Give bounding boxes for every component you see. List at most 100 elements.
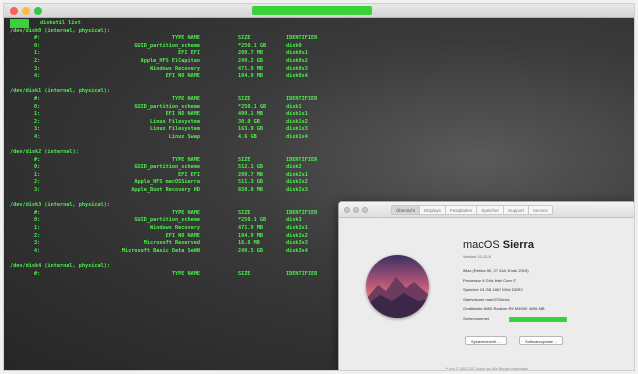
partition-size: *250.1 GB [238,217,267,224]
disk-header: /dev/disk2 (internal): [10,149,79,157]
macos-sierra-logo [366,255,429,318]
tab-item[interactable]: Festplatten [446,205,478,215]
partition-identifier: disk2s2 [286,179,308,186]
partition-identifier: disk0 [286,42,302,49]
tab-item[interactable]: Displays [420,205,447,215]
partition-size: 650.0 MB [238,187,263,194]
partition-number: 4: [34,73,41,80]
partition-identifier: disk2 [286,164,302,171]
partition-size: 471.9 MB [238,225,263,232]
partition-number: 3: [34,126,41,133]
partition-type-name: TYPE NAME [171,209,200,216]
column-header-row: #: TYPE NAME SIZE IDENTIFIER [10,96,317,104]
spec-line: Seriennummer [463,316,490,321]
partition-number: #: [34,95,41,102]
partition-type-name: EFI EFI [178,171,200,178]
partition-identifier: disk1 [286,103,302,110]
partition-row: 2: Apple_HFS macOSSierra 511.3 GB disk2s2 [10,179,308,187]
partition-size: 499.1 MB [238,111,263,118]
tab-item[interactable]: Speicher [477,205,505,215]
partition-identifier: IDENTIFIER [286,35,318,42]
partition-size: 4.6 GB [238,133,257,140]
partition-number: #: [34,156,41,163]
partition-size: SIZE [238,95,251,102]
partition-row: 1: EFI NO NAME 499.1 MB disk1s1 [10,111,308,119]
partition-identifier: disk0s1 [286,50,308,57]
column-header-row: #: TYPE NAME SIZE IDENTIFIER [10,210,317,218]
partition-row: 2: EFI NO NAME 104.9 MB disk3s2 [10,233,308,241]
partition-identifier: IDENTIFIER [286,209,318,216]
copyright-footer: ™ und © 1983-2017 Apple Inc. Alle Rechte… [444,367,530,371]
tab-item[interactable]: Service [528,205,553,215]
partition-type-name: GUID_partition_scheme [134,164,200,171]
partition-number: 0: [34,103,41,110]
partition-type-name: Apple_HFS ElCapitan [140,57,200,64]
maximize-button[interactable] [34,7,42,15]
partition-number: 1: [34,171,41,178]
partition-identifier: disk1s3 [286,126,308,133]
partition-type-name: Microsoft Reserved [143,240,200,247]
partition-size: *250.1 GB [238,42,267,49]
partition-size: SIZE [238,270,251,277]
serial-number-redacted [509,317,567,322]
partition-type-name: Windows Recovery [150,225,200,232]
partition-row: 0: GUID_partition_scheme *250.1 GB disk0 [10,43,302,51]
partition-type-name: Linux Filesystem [150,126,200,133]
disk-header-text: /dev/disk0 (internal, physical): [10,27,110,34]
partition-identifier: disk2s3 [286,187,308,194]
os-name: macOS Sierra [463,239,534,251]
about-tabs: Übersicht Displays Festplatten Speicher Supp… [391,205,553,215]
partition-type-name: GUID_partition_scheme [134,217,200,224]
partition-identifier: disk1s4 [286,133,308,140]
about-titlebar: Übersicht Displays Festplatten Speicher Supp… [339,202,634,218]
partition-size: 209.7 MB [238,171,263,178]
partition-size: 30.0 GB [238,118,260,125]
software-update-button[interactable]: Softwareupdate ... [519,336,564,345]
partition-number: #: [34,35,41,42]
disk-header-text: /dev/disk2 (internal): [10,149,79,156]
partition-identifier: disk3s3 [286,240,308,247]
partition-type-name: EFI NO NAME [165,232,200,239]
close-button[interactable] [10,7,18,15]
maximize-button[interactable] [362,207,368,213]
about-this-mac-window[interactable]: Übersicht Displays Festplatten Speicher Supp… [338,201,634,371]
partition-row: 4: Linux Swap 4.6 GB disk1s4 [10,134,308,142]
partition-row: 0: GUID_partition_scheme *250.1 GB disk3 [10,217,302,225]
column-header-row: #: TYPE NAME SIZE IDENTIFIER [10,157,317,165]
system-report-button[interactable]: Systembericht ... [465,336,507,345]
partition-row: 0: GUID_partition_scheme 512.1 GB disk2 [10,164,302,172]
disk-header: /dev/disk1 (internal, physical): [10,88,110,96]
partition-identifier: disk1s2 [286,118,308,125]
partition-number: 2: [34,118,41,125]
partition-type-name: GUID_partition_scheme [134,103,200,110]
partition-type-name: EFI NO NAME [165,73,200,80]
partition-row: 4: Microsoft Basic Data SeWN 249.5 GB disk3… [10,248,308,256]
partition-type-name: Apple_Boot Recovery HD [131,187,200,194]
partition-size: 471.9 MB [238,65,263,72]
partition-size: 163.9 GB [238,126,263,133]
partition-type-name: EFI EFI [178,50,200,57]
screenshot-frame: ██████ diskutil list /dev/disk0 (interna… [3,3,635,371]
tab-item[interactable]: Übersicht [391,205,421,215]
partition-row: 3: Linux Filesystem 163.9 GB disk1s3 [10,126,308,134]
partition-number: 0: [34,217,41,224]
partition-number: 1: [34,225,41,232]
disk-header: /dev/disk0 (internal, physical): [10,28,110,36]
partition-size: 511.3 GB [238,179,263,186]
partition-number: 4: [34,133,41,140]
close-button[interactable] [344,207,350,213]
partition-size: SIZE [238,209,251,216]
partition-row: 2: Linux Filesystem 30.0 GB disk1s2 [10,119,308,127]
minimize-button[interactable] [353,207,359,213]
partition-size: 16.8 MB [238,240,260,247]
disk-header-text: /dev/disk3 (internal, physical): [10,202,110,209]
minimize-button[interactable] [22,7,30,15]
partition-size: 249.5 GB [238,247,263,254]
partition-number: 1: [34,50,41,57]
partition-type-name: EFI NO NAME [165,111,200,118]
tab-item[interactable]: Support [504,205,529,215]
partition-row: 1: EFI EFI 209.7 MB disk0s1 [10,50,308,58]
partition-identifier: IDENTIFIER [286,270,318,277]
